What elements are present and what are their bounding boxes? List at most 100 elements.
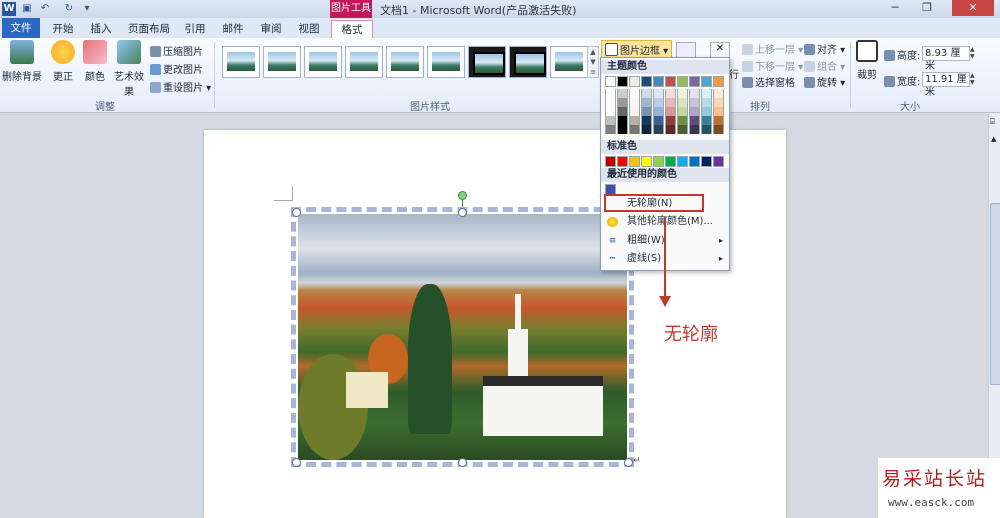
width-spinner[interactable]: ▲ ▼ — [970, 72, 978, 86]
bring-forward-button[interactable]: 上移一层 ▾ — [742, 41, 803, 56]
customize-toolbar-icon[interactable]: ▾ — [80, 2, 94, 16]
theme-color-swatch[interactable] — [653, 98, 664, 107]
theme-color-swatch[interactable] — [629, 98, 640, 107]
color-button[interactable]: 颜色 — [80, 40, 110, 83]
picture-style-4[interactable] — [345, 46, 383, 78]
height-spinner[interactable]: ▲ ▼ — [970, 46, 978, 60]
theme-color-swatch[interactable] — [689, 98, 700, 107]
theme-color-swatch[interactable] — [677, 89, 688, 98]
theme-color-swatch[interactable] — [605, 116, 616, 125]
change-picture-button[interactable]: 更改图片 — [150, 61, 203, 76]
theme-color-swatch[interactable] — [713, 76, 724, 87]
theme-color-swatch[interactable] — [689, 76, 700, 87]
theme-color-swatch[interactable] — [629, 76, 640, 87]
tab-review[interactable]: 审阅 — [256, 20, 286, 38]
theme-color-swatch[interactable] — [701, 107, 712, 116]
theme-color-swatch[interactable] — [605, 107, 616, 116]
selected-picture[interactable] — [291, 207, 634, 467]
theme-color-swatch[interactable] — [665, 89, 676, 98]
resize-handle[interactable] — [624, 458, 633, 467]
artistic-effects-button[interactable]: 艺术效果 — [110, 40, 148, 98]
redo-icon[interactable]: ↻ — [62, 2, 76, 16]
corrections-button[interactable]: 更正 — [48, 40, 78, 83]
tab-format[interactable]: 格式 — [331, 20, 373, 39]
crop-button[interactable]: 裁剪 — [854, 40, 880, 81]
theme-color-swatch[interactable] — [677, 125, 688, 134]
theme-color-swatch[interactable] — [701, 98, 712, 107]
theme-color-swatch[interactable] — [653, 116, 664, 125]
theme-color-swatch[interactable] — [665, 76, 676, 87]
theme-color-swatch[interactable] — [677, 107, 688, 116]
save-icon[interactable]: ▣ — [20, 2, 34, 16]
standard-color-swatch[interactable] — [701, 156, 712, 167]
standard-color-swatch[interactable] — [677, 156, 688, 167]
theme-color-swatch[interactable] — [701, 116, 712, 125]
tab-home[interactable]: 开始 — [48, 20, 78, 38]
selection-pane-button[interactable]: 选择窗格 — [742, 74, 795, 89]
tab-page-layout[interactable]: 页面布局 — [124, 20, 174, 38]
theme-color-swatch[interactable] — [605, 125, 616, 134]
theme-color-swatch[interactable] — [641, 89, 652, 98]
theme-color-swatch[interactable] — [605, 89, 616, 98]
theme-color-swatch[interactable] — [653, 107, 664, 116]
ruler-toggle-icon[interactable]: ⌸ — [990, 117, 995, 127]
theme-color-swatch[interactable] — [617, 76, 628, 87]
standard-color-swatch[interactable] — [653, 156, 664, 167]
reset-picture-button[interactable]: 重设图片 ▾ — [150, 79, 211, 94]
theme-color-swatch[interactable] — [629, 116, 640, 125]
close-window-button[interactable]: ✕ — [952, 0, 994, 16]
standard-color-swatch[interactable] — [629, 156, 640, 167]
maximize-button[interactable]: ❐ — [912, 0, 942, 16]
theme-color-swatch[interactable] — [641, 98, 652, 107]
tab-mailings[interactable]: 邮件 — [218, 20, 248, 38]
minimize-button[interactable]: ─ — [880, 0, 910, 16]
tab-view[interactable]: 视图 — [294, 20, 324, 38]
tab-references[interactable]: 引用 — [180, 20, 210, 38]
theme-color-swatch[interactable] — [689, 89, 700, 98]
rotate-button[interactable]: 旋转 ▾ — [804, 74, 845, 89]
standard-color-swatch[interactable] — [689, 156, 700, 167]
word-app-icon[interactable]: W — [2, 2, 16, 16]
theme-color-swatch[interactable] — [701, 89, 712, 98]
resize-handle[interactable] — [292, 208, 301, 217]
theme-color-swatch[interactable] — [617, 125, 628, 134]
theme-color-swatch[interactable] — [677, 116, 688, 125]
resize-handle[interactable] — [292, 458, 301, 467]
theme-color-swatch[interactable] — [713, 89, 724, 98]
picture-style-5[interactable] — [386, 46, 424, 78]
gallery-more-button[interactable]: ▲ ▼ ≡ — [587, 46, 599, 78]
theme-color-swatch[interactable] — [617, 98, 628, 107]
theme-color-swatch[interactable] — [677, 76, 688, 87]
theme-color-swatch[interactable] — [713, 98, 724, 107]
height-input[interactable]: 8.93 厘米 — [922, 46, 970, 72]
theme-color-swatch[interactable] — [713, 125, 724, 134]
send-backward-button[interactable]: 下移一层 ▾ — [742, 58, 803, 73]
standard-color-swatch[interactable] — [605, 156, 616, 167]
undo-icon[interactable]: ↶ — [38, 2, 52, 16]
width-input[interactable]: 11.91 厘米 — [922, 72, 970, 98]
rotation-handle[interactable] — [458, 191, 467, 200]
theme-color-swatch[interactable] — [653, 125, 664, 134]
picture-style-2[interactable] — [263, 46, 301, 78]
theme-color-swatch[interactable] — [605, 98, 616, 107]
standard-color-swatch[interactable] — [665, 156, 676, 167]
tab-insert[interactable]: 插入 — [86, 20, 116, 38]
theme-color-swatch[interactable] — [713, 107, 724, 116]
align-button[interactable]: 对齐 ▾ — [804, 41, 845, 56]
theme-color-swatch[interactable] — [641, 107, 652, 116]
tab-file[interactable]: 文件 — [2, 18, 40, 38]
standard-color-swatch[interactable] — [617, 156, 628, 167]
theme-color-swatch[interactable] — [713, 116, 724, 125]
group-objects-button[interactable]: 组合 ▾ — [804, 58, 845, 73]
standard-color-swatch[interactable] — [641, 156, 652, 167]
theme-color-swatch[interactable] — [653, 89, 664, 98]
theme-color-swatch[interactable] — [689, 125, 700, 134]
scroll-up-icon[interactable]: ▲ — [991, 135, 996, 143]
picture-style-6[interactable] — [427, 46, 465, 78]
theme-color-swatch[interactable] — [629, 107, 640, 116]
theme-color-swatch[interactable] — [665, 98, 676, 107]
picture-style-1[interactable] — [222, 46, 260, 78]
theme-color-swatch[interactable] — [689, 107, 700, 116]
theme-color-swatch[interactable] — [665, 107, 676, 116]
picture-style-8[interactable] — [509, 46, 547, 78]
